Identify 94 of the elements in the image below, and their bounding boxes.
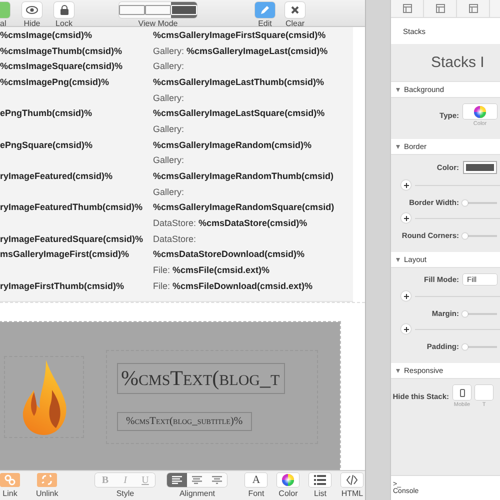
tag-text: Gallery: xyxy=(153,155,186,166)
tag-text: msGalleryImageFirst(cmsid)% xyxy=(0,249,130,260)
disclosure-triangle-icon xyxy=(396,258,400,262)
color-button[interactable] xyxy=(277,473,300,487)
slider-thumb[interactable] xyxy=(462,344,468,350)
slider-thumb[interactable] xyxy=(462,200,468,206)
tag-text: File: %cmsFileDownload(cmsid.ext)% xyxy=(153,280,314,291)
color-type-button[interactable] xyxy=(463,104,497,119)
tag-text: %cmsImageSquare(cmsid)% xyxy=(0,61,124,72)
lock-button[interactable] xyxy=(54,2,74,18)
group-label: Style xyxy=(116,489,134,498)
tag-text: %cmsGalleryImageLastSquare(cmsid)% xyxy=(153,108,326,118)
tag-text: ryImageFeaturedThumb(cmsid)% xyxy=(0,202,144,212)
tag-text: Gallery: xyxy=(153,186,186,197)
tag-text: File: %cmsFile(cmsid.ext)% xyxy=(153,265,271,276)
add-button[interactable] xyxy=(401,324,411,334)
tag-text: ePngSquare(cmsid)% xyxy=(0,140,94,150)
tag-text: %cmsGalleryImageRandomSquare(cmsid) xyxy=(153,202,336,212)
eye-icon xyxy=(26,6,38,14)
button-label: Font xyxy=(248,489,264,498)
disclosure-triangle-icon xyxy=(396,368,400,372)
alignment-button[interactable] xyxy=(187,473,208,487)
html-button[interactable] xyxy=(341,473,364,487)
close-icon xyxy=(291,6,299,14)
color-swatch[interactable] xyxy=(463,161,497,174)
lock-icon xyxy=(60,5,68,15)
alignment-button[interactable] xyxy=(207,473,228,487)
tag-text: %cmsGalleryImageFirstSquare(cmsid)% xyxy=(153,30,327,40)
device-button[interactable] xyxy=(453,385,471,400)
button-label: al xyxy=(0,19,6,28)
plus-icon xyxy=(404,326,408,332)
title-field[interactable]: %cmsText(blog_t xyxy=(117,363,285,394)
list-icon xyxy=(314,475,326,485)
color-wheel-icon xyxy=(282,474,294,486)
button-label: List xyxy=(314,489,326,498)
view-mode-option[interactable] xyxy=(171,2,197,18)
unlink-button[interactable] xyxy=(37,473,58,487)
add-button[interactable] xyxy=(401,213,411,223)
tag-text: ryImageFeaturedSquare(cmsid)% xyxy=(0,234,144,244)
pencil-icon xyxy=(260,5,270,15)
tag-text: Gallery: xyxy=(153,124,186,134)
phone-icon xyxy=(460,388,464,396)
tag-text: Gallery: %cmsGalleryImageLast(cmsid)% xyxy=(153,46,329,56)
list-button[interactable] xyxy=(309,473,332,487)
align-left-icon xyxy=(172,476,182,484)
tag-text: %cmsImageThumb(cmsid)% xyxy=(0,46,124,56)
tag-text: %cmsImagePng(cmsid)% xyxy=(0,76,110,87)
hide-button[interactable] xyxy=(22,2,42,18)
view-mode-label: View Mode xyxy=(138,19,178,28)
tag-text: %cmsGalleryImageRandom(cmsid)% xyxy=(153,140,313,150)
subtitle-field[interactable]: %cmsText(blog_subtitle)% xyxy=(117,412,252,431)
color-wheel-icon xyxy=(474,106,486,118)
clear-button[interactable] xyxy=(285,2,305,18)
tag-text: %cmsGalleryImageRandomThumb(cmsid) xyxy=(153,171,335,182)
plus-icon xyxy=(404,216,408,220)
plus-icon xyxy=(404,294,408,298)
button-label: HTML xyxy=(341,489,364,498)
layout-icon[interactable] xyxy=(436,4,444,13)
tag-text: Gallery: xyxy=(153,61,186,72)
code-icon xyxy=(346,475,358,485)
link-icon xyxy=(4,474,16,486)
tag-text: ePngThumb(cmsid)% xyxy=(0,108,94,118)
tag-text: ryImageFeatured(cmsid)% xyxy=(0,171,114,182)
tag-text: ryImageFirstThumb(cmsid)% xyxy=(0,280,126,291)
slider-thumb[interactable] xyxy=(462,310,468,316)
slider-thumb[interactable] xyxy=(462,232,468,238)
button-label: Unlink xyxy=(36,489,58,498)
disclosure-triangle-icon xyxy=(396,144,400,148)
button-label: Hide xyxy=(24,19,40,28)
alignment-button[interactable] xyxy=(167,473,188,487)
tag-text: %cmsDataStoreDownload(cmsid)% xyxy=(153,249,306,260)
align-center-icon xyxy=(192,476,202,484)
tag-text: DataStore: xyxy=(153,234,198,244)
broken-link-icon xyxy=(41,474,54,486)
tag-text: DataStore: %cmsDataStore(cmsid)% xyxy=(153,218,308,228)
button-label: Color xyxy=(278,489,298,498)
layout-icon[interactable] xyxy=(468,4,478,13)
tag-text: Gallery: xyxy=(153,92,186,103)
button-label: Link xyxy=(2,489,18,498)
edit-button[interactable] xyxy=(255,2,275,18)
button-label: Edit xyxy=(258,19,272,28)
button-label: Clear xyxy=(285,19,305,28)
layout-icon[interactable] xyxy=(402,4,412,13)
add-button[interactable] xyxy=(401,291,411,301)
align-right-icon xyxy=(212,476,222,484)
group-label: Alignment xyxy=(179,489,216,498)
tag-text: %cmsImage(cmsid)% xyxy=(0,30,94,40)
tag-text: %cmsGalleryImageLastThumb(cmsid)% xyxy=(153,76,326,87)
plus-icon xyxy=(404,182,408,188)
button-label: Lock xyxy=(56,19,72,28)
link-button[interactable] xyxy=(0,473,20,487)
font-button[interactable]: A xyxy=(245,473,268,487)
disclosure-triangle-icon xyxy=(396,88,400,92)
add-button[interactable] xyxy=(401,180,411,190)
